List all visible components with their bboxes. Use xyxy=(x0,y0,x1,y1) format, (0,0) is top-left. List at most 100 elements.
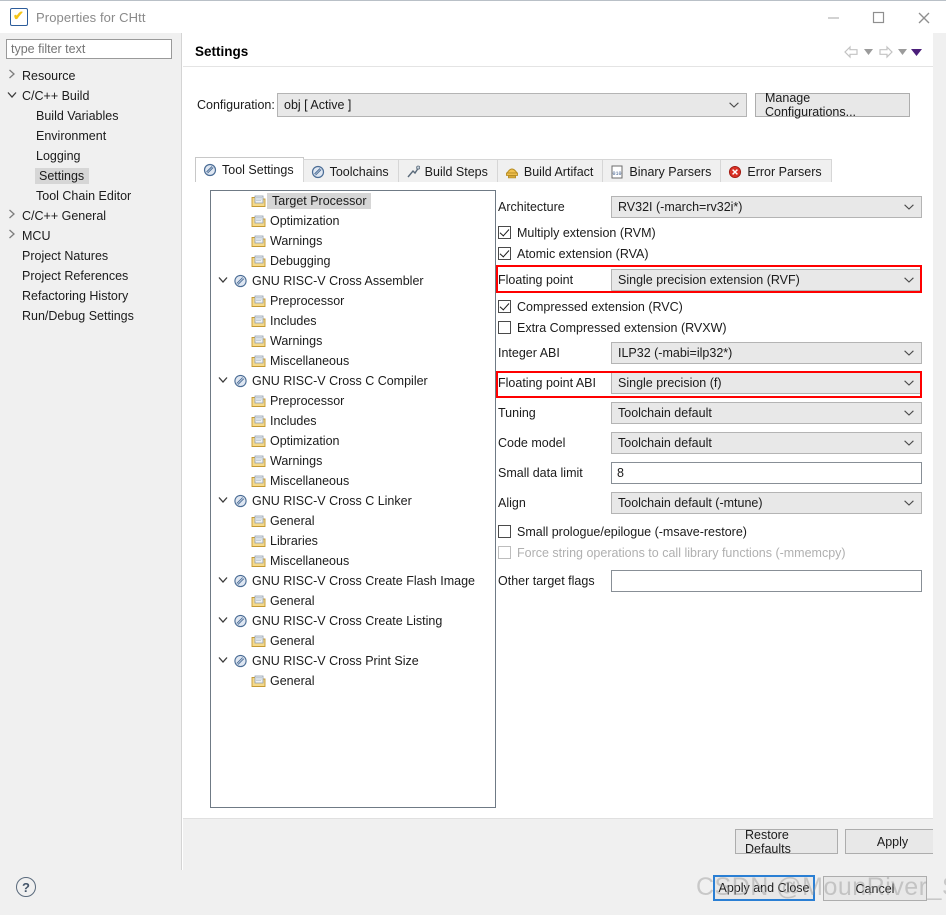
chevron-down-icon xyxy=(904,433,914,453)
tab-build-steps[interactable]: Build Steps xyxy=(397,159,498,183)
svg-text:010: 010 xyxy=(613,171,622,177)
tab-error-parsers[interactable]: Error Parsers xyxy=(720,159,832,183)
chevron-down-icon[interactable] xyxy=(215,496,231,506)
forward-arrow-icon[interactable] xyxy=(875,41,895,63)
extra-compressed-extension-checkbox[interactable] xyxy=(498,321,511,334)
sidebar-item-settings[interactable]: Settings xyxy=(0,166,182,186)
configuration-select[interactable]: obj [ Active ] xyxy=(277,93,747,117)
tab-label: Toolchains xyxy=(329,164,389,179)
apply-and-close-button[interactable]: Apply and Close xyxy=(713,875,815,901)
integer-abi-select[interactable]: ILP32 (-mabi=ilp32*) xyxy=(611,342,922,364)
sidebar-item-refactoring-history[interactable]: Refactoring History xyxy=(0,286,182,306)
tool-tree-item-target-processor[interactable]: Target Processor xyxy=(211,191,495,211)
tool-tree-item-gnu-risc-v-cross-c-linker[interactable]: GNU RISC-V Cross C Linker xyxy=(211,491,495,511)
align-select[interactable]: Toolchain default (-mtune) xyxy=(611,492,922,514)
chevron-down-icon[interactable] xyxy=(215,656,231,666)
sidebar-item-mcu[interactable]: MCU xyxy=(0,226,182,246)
forward-history-chevron-down-icon[interactable] xyxy=(895,41,909,63)
tool-tree-item-warnings[interactable]: Warnings xyxy=(211,451,495,471)
tab-toolchains[interactable]: Toolchains xyxy=(302,159,399,183)
search-input[interactable] xyxy=(6,39,172,59)
cancel-button[interactable]: Cancel xyxy=(823,876,927,901)
minimize-icon[interactable] xyxy=(811,1,856,34)
tool-tree-item-label: Includes xyxy=(270,414,317,428)
chevron-right-icon[interactable] xyxy=(4,226,20,246)
tool-tree-item-miscellaneous[interactable]: Miscellaneous xyxy=(211,471,495,491)
maximize-icon[interactable] xyxy=(856,1,901,34)
atomic-extension-label: Atomic extension (RVA) xyxy=(517,246,649,261)
sidebar-item-project-references[interactable]: Project References xyxy=(0,266,182,286)
sidebar-item-project-natures[interactable]: Project Natures xyxy=(0,246,182,266)
folder-page-icon xyxy=(249,314,267,328)
chevron-down-icon[interactable] xyxy=(215,616,231,626)
small-prologue-checkbox[interactable] xyxy=(498,525,511,538)
manage-configurations-button[interactable]: Manage Configurations... xyxy=(755,91,910,119)
atomic-extension-row[interactable]: Atomic extension (RVA) xyxy=(498,243,922,264)
floating-point-abi-select[interactable]: Single precision (f) xyxy=(611,372,922,394)
compressed-extension-checkbox[interactable] xyxy=(498,300,511,313)
tool-tree-item-includes[interactable]: Includes xyxy=(211,311,495,331)
tool-tree-item-miscellaneous[interactable]: Miscellaneous xyxy=(211,351,495,371)
tool-tree-item-warnings[interactable]: Warnings xyxy=(211,331,495,351)
sidebar-item-c-c-general[interactable]: C/C++ General xyxy=(0,206,182,226)
close-icon[interactable] xyxy=(901,1,946,34)
tool-tree-item-includes[interactable]: Includes xyxy=(211,411,495,431)
tool-tree-item-gnu-risc-v-cross-c-compiler[interactable]: GNU RISC-V Cross C Compiler xyxy=(211,371,495,391)
multiply-extension-checkbox[interactable] xyxy=(498,226,511,239)
tool-tree-item-gnu-risc-v-cross-print-size[interactable]: GNU RISC-V Cross Print Size xyxy=(211,651,495,671)
tool-tree-item-general[interactable]: General xyxy=(211,591,495,611)
sidebar-item-c-c-build[interactable]: C/C++ Build xyxy=(0,86,182,106)
tab-binary-parsers[interactable]: 010 Binary Parsers xyxy=(602,159,722,183)
help-icon[interactable]: ? xyxy=(16,877,36,897)
multiply-extension-row[interactable]: Multiply extension (RVM) xyxy=(498,222,922,243)
compressed-extension-row[interactable]: Compressed extension (RVC) xyxy=(498,296,922,317)
tool-tree-item-libraries[interactable]: Libraries xyxy=(211,531,495,551)
code-model-select[interactable]: Toolchain default xyxy=(611,432,922,454)
chevron-right-icon[interactable] xyxy=(4,206,20,226)
sidebar-item-tool-chain-editor[interactable]: Tool Chain Editor xyxy=(0,186,182,206)
tool-tree-item-preprocessor[interactable]: Preprocessor xyxy=(211,291,495,311)
tool-tree-item-label: Includes xyxy=(270,314,317,328)
chevron-down-icon[interactable] xyxy=(215,576,231,586)
tool-tree-item-gnu-risc-v-cross-assembler[interactable]: GNU RISC-V Cross Assembler xyxy=(211,271,495,291)
tool-tree-item-debugging[interactable]: Debugging xyxy=(211,251,495,271)
sidebar-item-environment[interactable]: Environment xyxy=(0,126,182,146)
tool-tree-item-miscellaneous[interactable]: Miscellaneous xyxy=(211,551,495,571)
chevron-down-icon[interactable] xyxy=(215,376,231,386)
tool-tree-item-general[interactable]: General xyxy=(211,511,495,531)
floating-point-select[interactable]: Single precision extension (RVF) xyxy=(611,269,922,291)
chevron-down-icon[interactable] xyxy=(4,86,20,106)
restore-defaults-button[interactable]: Restore Defaults xyxy=(735,828,838,856)
tool-tree-item-warnings[interactable]: Warnings xyxy=(211,231,495,251)
view-menu-icon[interactable] xyxy=(909,41,923,63)
sidebar-item-build-variables[interactable]: Build Variables xyxy=(0,106,182,126)
sidebar-item-resource[interactable]: Resource xyxy=(0,66,182,86)
tool-tree[interactable]: Target Processor Optimization Warnings Debu… xyxy=(210,190,496,808)
sidebar-item-label: Environment xyxy=(36,129,107,143)
tool-tree-item-optimization[interactable]: Optimization xyxy=(211,431,495,451)
tool-tree-item-general[interactable]: General xyxy=(211,671,495,691)
align-label: Align xyxy=(498,496,526,510)
tool-tree-item-gnu-risc-v-cross-create-flash-image[interactable]: GNU RISC-V Cross Create Flash Image xyxy=(211,571,495,591)
small-prologue-row[interactable]: Small prologue/epilogue (-msave-restore) xyxy=(498,521,922,542)
tuning-select[interactable]: Toolchain default xyxy=(611,402,922,424)
other-target-flags-input[interactable] xyxy=(611,570,922,592)
tool-tree-item-label: GNU RISC-V Cross C Linker xyxy=(252,494,412,508)
tool-tree-item-preprocessor[interactable]: Preprocessor xyxy=(211,391,495,411)
sidebar-item-logging[interactable]: Logging xyxy=(0,146,182,166)
sidebar-item-run-debug-settings[interactable]: Run/Debug Settings xyxy=(0,306,182,326)
apply-button[interactable]: Apply xyxy=(845,829,940,854)
small-data-limit-input[interactable]: 8 xyxy=(611,462,922,484)
tab-build-artifact[interactable]: Build Artifact xyxy=(496,159,604,183)
tool-tree-item-general[interactable]: General xyxy=(211,631,495,651)
tool-tree-item-optimization[interactable]: Optimization xyxy=(211,211,495,231)
atomic-extension-checkbox[interactable] xyxy=(498,247,511,260)
tool-tree-item-gnu-risc-v-cross-create-listing[interactable]: GNU RISC-V Cross Create Listing xyxy=(211,611,495,631)
back-arrow-icon[interactable] xyxy=(841,41,861,63)
chevron-down-icon[interactable] xyxy=(215,276,231,286)
back-history-chevron-down-icon[interactable] xyxy=(861,41,875,63)
extra-compressed-extension-row[interactable]: Extra Compressed extension (RVXW) xyxy=(498,317,922,338)
chevron-right-icon[interactable] xyxy=(4,66,20,86)
architecture-select[interactable]: RV32I (-march=rv32i*) xyxy=(611,196,922,218)
tab-tool-settings[interactable]: Tool Settings xyxy=(195,157,304,183)
